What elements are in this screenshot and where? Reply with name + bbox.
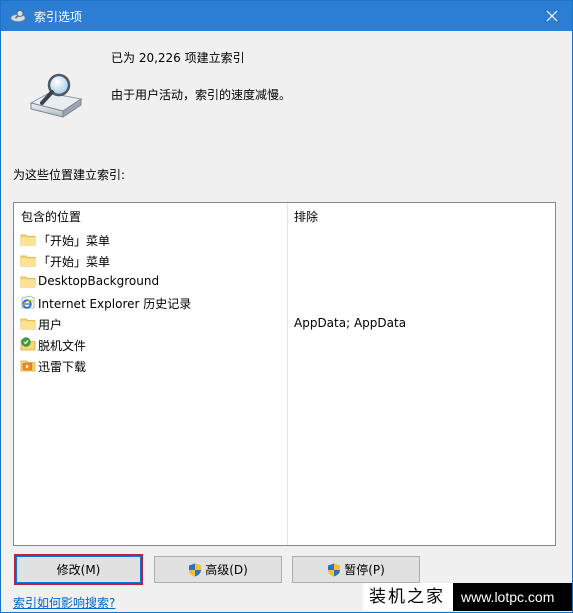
location-name: 「开始」菜单 (38, 255, 111, 269)
location-name: Internet Explorer 历史记录 (38, 297, 192, 311)
indexing-help-link[interactable]: 索引如何影响搜索? (13, 594, 115, 611)
advanced-button[interactable]: 高级(D) (154, 556, 282, 583)
offline-files-icon (20, 337, 36, 351)
location-name: 迅雷下载 (38, 360, 87, 374)
location-name: 「开始」菜单 (38, 234, 111, 248)
list-item[interactable]: 用户 AppData; AppData (14, 313, 555, 334)
folder-icon (20, 318, 36, 330)
xunlei-folder-icon (20, 360, 36, 372)
uac-shield-icon (189, 563, 202, 576)
modify-button-label: 修改(M) (56, 563, 101, 577)
locations-caption: 为这些位置建立索引: (13, 168, 126, 182)
included-locations-header[interactable]: 包含的位置 (21, 208, 81, 225)
folder-icon (20, 276, 36, 288)
close-icon (546, 10, 558, 22)
location-name: DesktopBackground (38, 274, 160, 288)
pause-button-label: 暂停(P) (344, 563, 385, 577)
indexed-locations-list[interactable]: 包含的位置 排除 「开始」菜单 「开始」菜单 DesktopBackground… (13, 202, 556, 546)
watermark-url: www.lotpc.com (461, 589, 555, 605)
list-item[interactable]: 迅雷下载 (14, 355, 555, 376)
location-name: 用户 (38, 318, 63, 332)
watermark: 装机之家 www.lotpc.com (363, 583, 572, 611)
list-item[interactable]: 「开始」菜单 (14, 229, 555, 250)
modify-button[interactable]: 修改(M) (16, 556, 141, 583)
close-button[interactable] (532, 1, 572, 31)
location-name: 脱机文件 (38, 339, 87, 353)
uac-shield-icon (328, 563, 341, 576)
watermark-brand: 装机之家 (363, 583, 453, 611)
location-exclusions: AppData; AppData (294, 316, 407, 330)
folder-icon (20, 255, 36, 267)
window-title: 索引选项 (34, 10, 83, 24)
indexing-status-note: 由于用户活动，索引的速度减慢。 (111, 88, 292, 102)
list-item[interactable]: 「开始」菜单 (14, 250, 555, 271)
list-item[interactable]: DesktopBackground (14, 271, 555, 292)
list-item[interactable]: 脱机文件 (14, 334, 555, 355)
excluded-header[interactable]: 排除 (294, 208, 318, 225)
pause-button[interactable]: 暂停(P) (292, 556, 420, 583)
title-bar[interactable]: 索引选项 (1, 1, 572, 31)
list-item[interactable]: Internet Explorer 历史记录 (14, 292, 555, 313)
indexing-options-window: 索引选项 已为 20,226 项建立索引 由于用户活动，索引的速度减慢。 为这些… (0, 0, 573, 613)
folder-icon (20, 234, 36, 246)
indexed-count-text: 已为 20,226 项建立索引 (111, 51, 245, 65)
indexing-drive-magnifier-icon (29, 73, 83, 118)
indexing-app-icon (10, 10, 26, 22)
internet-explorer-icon (21, 295, 35, 309)
dialog-content: 已为 20,226 项建立索引 由于用户活动，索引的速度减慢。 为这些位置建立索… (1, 31, 572, 612)
advanced-button-label: 高级(D) (205, 563, 248, 577)
